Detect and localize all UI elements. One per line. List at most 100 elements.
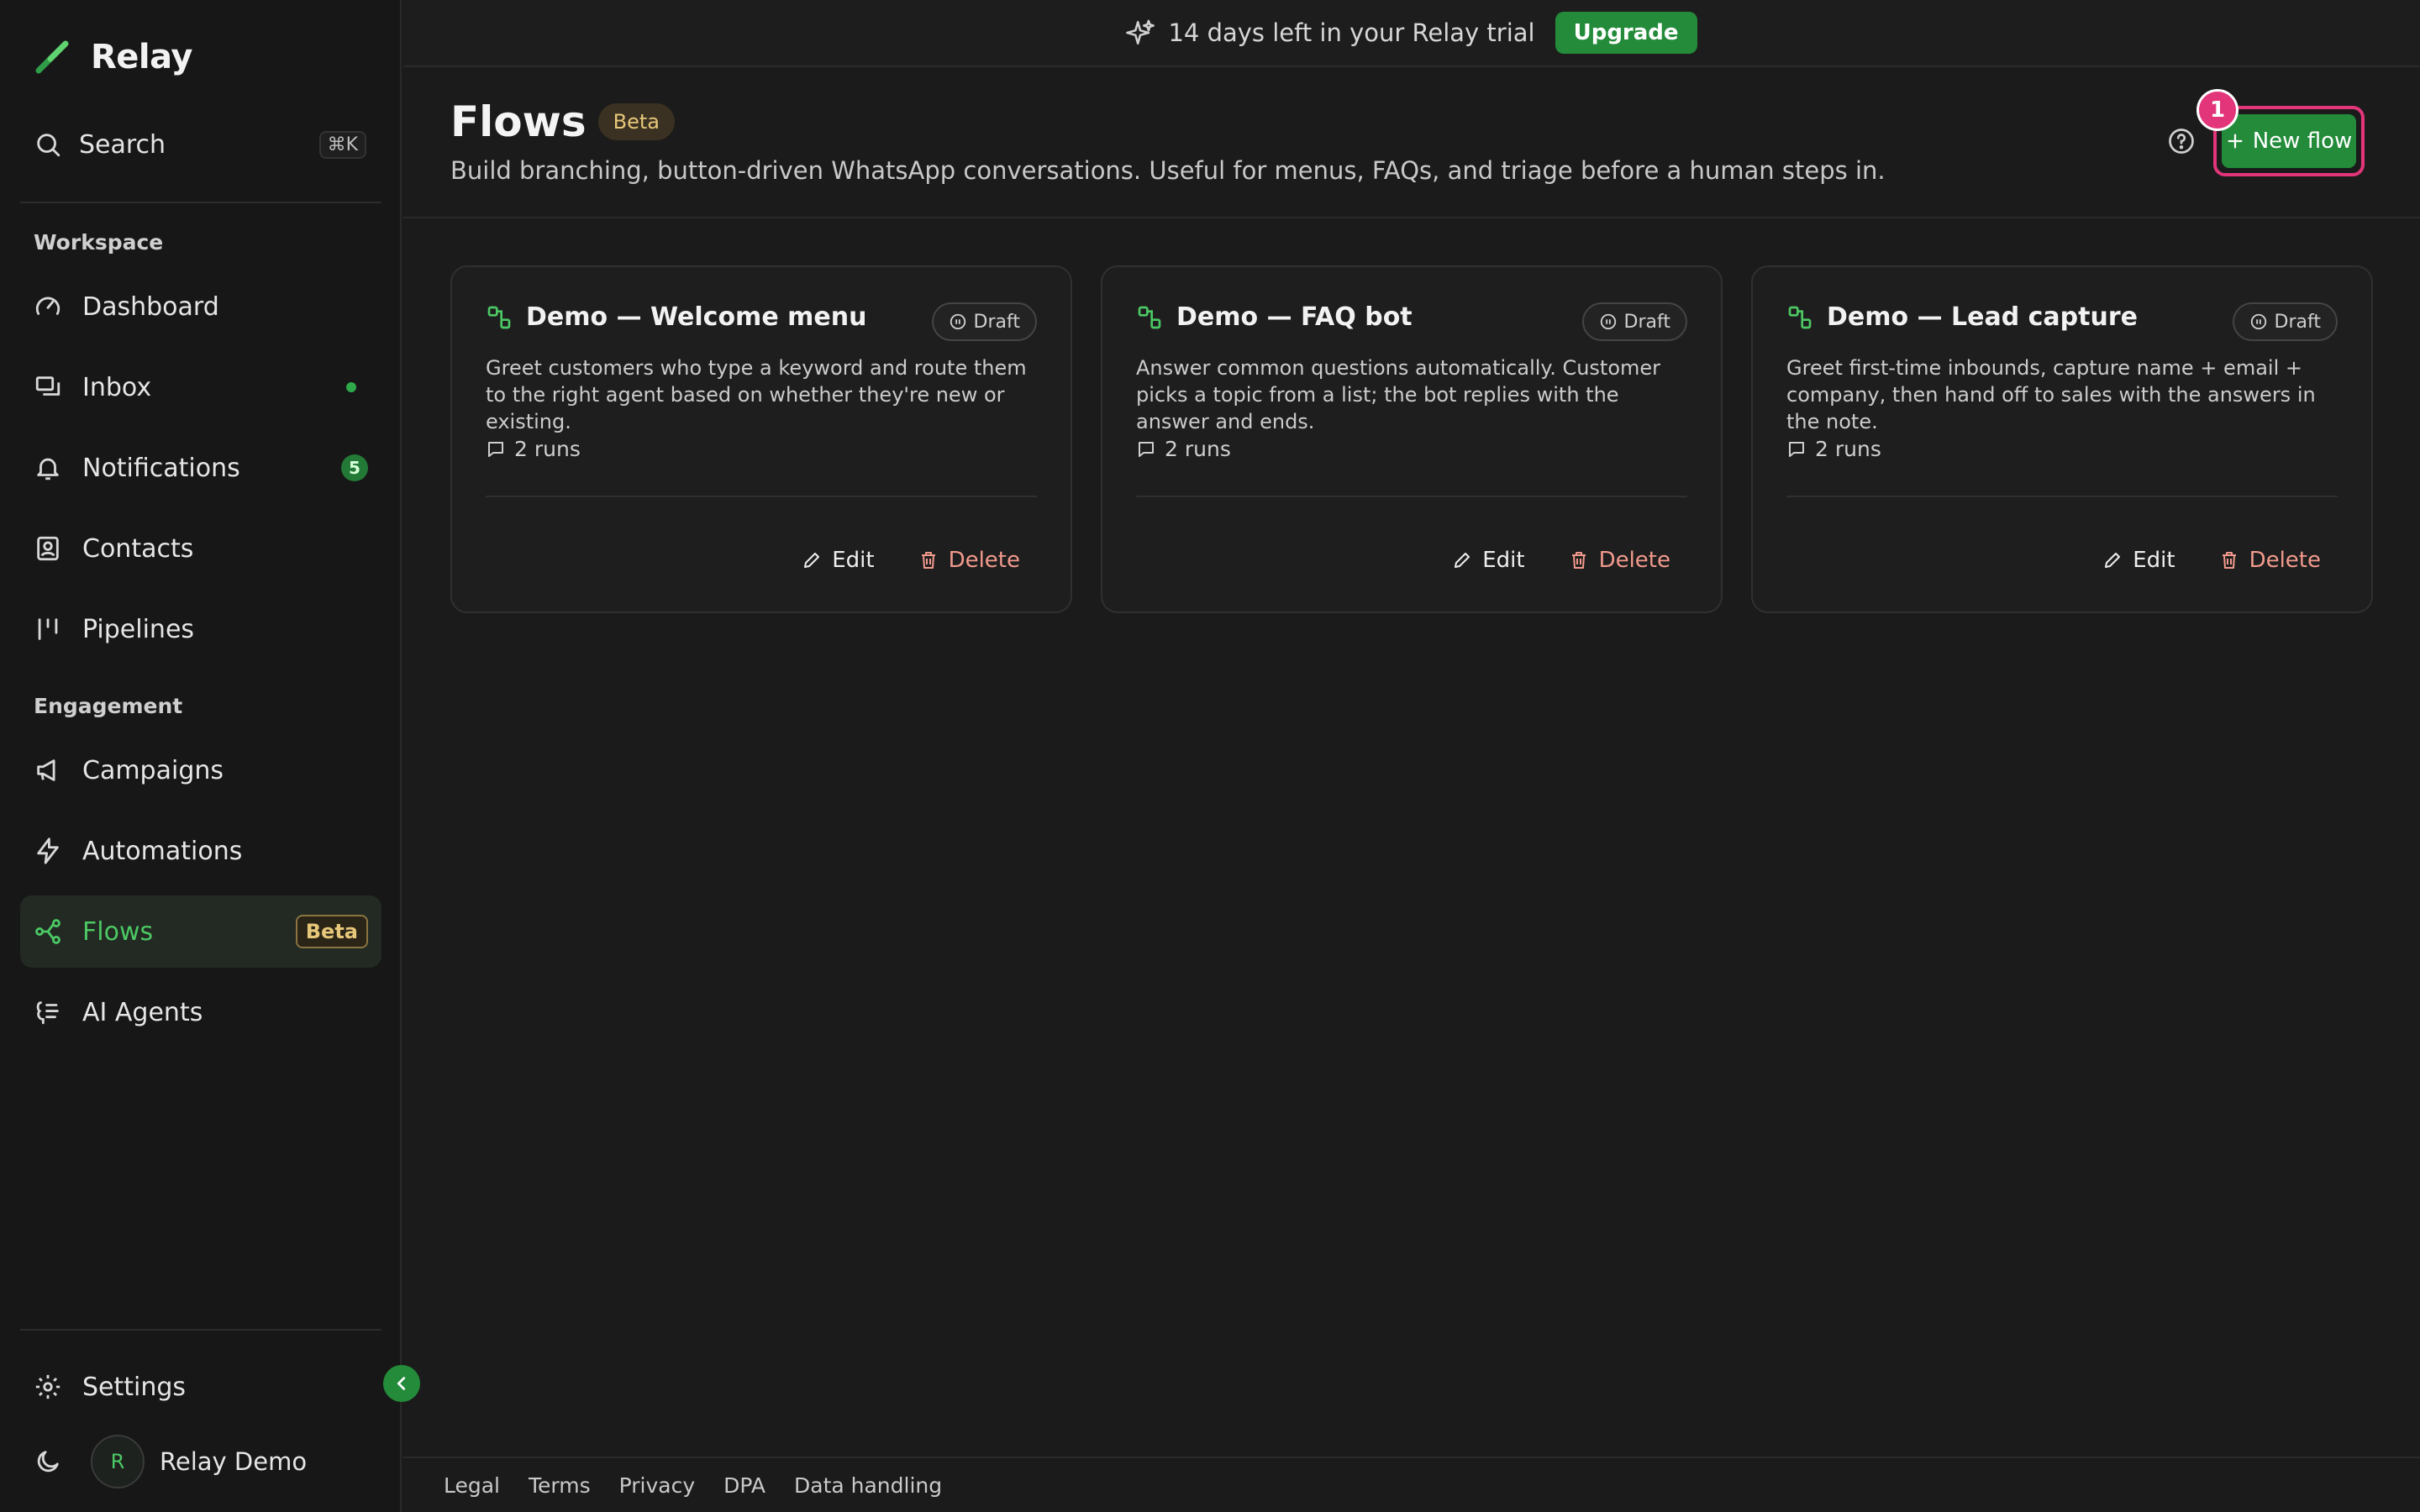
notifications-count-badge: 5 xyxy=(341,454,368,481)
sidebar-item-label: Dashboard xyxy=(82,291,219,322)
footer: Legal Terms Privacy DPA Data handling xyxy=(403,1457,2420,1512)
flow-icon xyxy=(1786,304,1813,331)
edit-label: Edit xyxy=(1482,548,1525,573)
sidebar: Relay Search ⌘K Workspace Dashboard Inbo… xyxy=(0,0,402,1512)
brain-icon xyxy=(34,998,62,1026)
pause-circle-icon xyxy=(1599,312,1618,331)
sidebar-item-inbox[interactable]: Inbox xyxy=(20,351,381,423)
flow-card-title: Demo — Welcome menu xyxy=(526,302,867,332)
search-icon xyxy=(34,130,62,159)
footer-link-data-handling[interactable]: Data handling xyxy=(794,1473,942,1498)
search-button[interactable]: Search ⌘K xyxy=(20,123,380,166)
pause-circle-icon xyxy=(2249,312,2268,331)
sidebar-item-automations[interactable]: Automations xyxy=(20,815,381,887)
sidebar-item-notifications[interactable]: Notifications 5 xyxy=(20,432,381,504)
edit-button[interactable]: Edit xyxy=(802,548,875,573)
new-flow-button[interactable]: New flow xyxy=(2222,114,2356,168)
flow-card-description: Answer common questions automatically. C… xyxy=(1136,356,1661,433)
delete-label: Delete xyxy=(1598,548,1670,573)
megaphone-icon xyxy=(34,756,62,785)
flow-card-title: Demo — FAQ bot xyxy=(1176,302,1413,332)
collapse-sidebar-button[interactable] xyxy=(383,1365,420,1402)
user-row: R Relay Demo xyxy=(34,1432,307,1491)
flow-card[interactable]: Demo — Welcome menu Draft Greet customer… xyxy=(450,265,1072,613)
sidebar-divider xyxy=(20,1329,381,1331)
message-icon xyxy=(1136,439,1156,459)
sidebar-item-contacts[interactable]: Contacts xyxy=(20,512,381,585)
status-badge-label: Draft xyxy=(2274,311,2321,333)
section-label-engagement: Engagement xyxy=(34,694,183,718)
sidebar-item-label: Automations xyxy=(82,836,243,866)
trial-banner-text: 14 days left in your Relay trial xyxy=(1168,18,1535,47)
edit-button[interactable]: Edit xyxy=(1452,548,1525,573)
bell-icon xyxy=(34,454,62,482)
status-badge: Draft xyxy=(2232,302,2338,341)
plus-icon xyxy=(2226,132,2244,150)
trash-icon xyxy=(1569,550,1589,570)
pencil-icon xyxy=(1452,550,1472,570)
card-divider xyxy=(1136,496,1687,497)
flows-beta-badge: Beta xyxy=(295,915,368,948)
sidebar-item-label: Pipelines xyxy=(82,614,195,644)
sidebar-item-dashboard[interactable]: Dashboard xyxy=(20,270,381,343)
chevron-left-icon xyxy=(392,1374,411,1393)
page-title: Flows xyxy=(450,97,587,146)
flow-card-runs: 2 runs xyxy=(1136,437,1231,461)
sidebar-item-label: Campaigns xyxy=(82,755,224,785)
message-icon xyxy=(486,439,506,459)
flow-card[interactable]: Demo — Lead capture Draft Greet first-ti… xyxy=(1751,265,2373,613)
sidebar-item-pipelines[interactable]: Pipelines xyxy=(20,593,381,665)
brand-name: Relay xyxy=(91,38,192,76)
moon-icon[interactable] xyxy=(34,1447,62,1476)
pencil-icon xyxy=(802,550,822,570)
avatar[interactable]: R xyxy=(91,1435,145,1488)
delete-label: Delete xyxy=(2249,548,2321,573)
footer-link-legal[interactable]: Legal xyxy=(444,1473,500,1498)
gauge-icon xyxy=(34,292,62,321)
pencil-icon xyxy=(2102,550,2123,570)
flow-card[interactable]: Demo — FAQ bot Draft Answer common quest… xyxy=(1101,265,1723,613)
trash-icon xyxy=(2219,550,2239,570)
card-divider xyxy=(1786,496,2338,497)
flow-card-runs: 2 runs xyxy=(1786,437,1881,461)
runs-count: 2 runs xyxy=(514,437,581,461)
delete-button[interactable]: Delete xyxy=(918,548,1020,573)
pipeline-icon xyxy=(34,615,62,643)
user-name[interactable]: Relay Demo xyxy=(160,1447,307,1476)
footer-link-terms[interactable]: Terms xyxy=(529,1473,591,1498)
sidebar-item-settings[interactable]: Settings xyxy=(20,1351,381,1423)
sidebar-item-label: Flows xyxy=(82,916,154,947)
status-badge-label: Draft xyxy=(973,311,1020,333)
status-badge: Draft xyxy=(931,302,1037,341)
runs-count: 2 runs xyxy=(1165,437,1231,461)
sidebar-divider xyxy=(20,202,381,203)
brand[interactable]: Relay xyxy=(34,34,192,81)
footer-link-dpa[interactable]: DPA xyxy=(723,1473,765,1498)
sparkles-icon xyxy=(1126,18,1155,47)
upgrade-button[interactable]: Upgrade xyxy=(1555,12,1697,54)
section-label-workspace: Workspace xyxy=(34,230,164,255)
new-flow-label: New flow xyxy=(2252,129,2353,154)
flow-card-head: Demo — Welcome menu xyxy=(486,302,866,332)
sidebar-item-label: Settings xyxy=(82,1372,187,1402)
trial-banner: 14 days left in your Relay trial Upgrade xyxy=(403,0,2420,67)
sidebar-item-flows[interactable]: Flows Beta xyxy=(20,895,381,968)
delete-label: Delete xyxy=(948,548,1020,573)
edit-button[interactable]: Edit xyxy=(2102,548,2175,573)
status-badge: Draft xyxy=(1581,302,1687,341)
delete-button[interactable]: Delete xyxy=(1569,548,1670,573)
step-marker: 1 xyxy=(2196,89,2238,131)
sidebar-item-ai-agents[interactable]: AI Agents xyxy=(20,976,381,1048)
edit-label: Edit xyxy=(2133,548,2175,573)
flow-icon xyxy=(1136,304,1163,331)
search-label: Search xyxy=(79,129,166,160)
flow-icon xyxy=(34,917,62,946)
sidebar-item-label: Contacts xyxy=(82,533,194,564)
status-badge-label: Draft xyxy=(1623,311,1670,333)
footer-link-privacy[interactable]: Privacy xyxy=(619,1473,696,1498)
delete-button[interactable]: Delete xyxy=(2219,548,2321,573)
gear-icon xyxy=(34,1373,62,1401)
sidebar-item-campaigns[interactable]: Campaigns xyxy=(20,734,381,806)
search-shortcut: ⌘K xyxy=(318,130,366,159)
help-icon[interactable] xyxy=(2166,126,2196,156)
